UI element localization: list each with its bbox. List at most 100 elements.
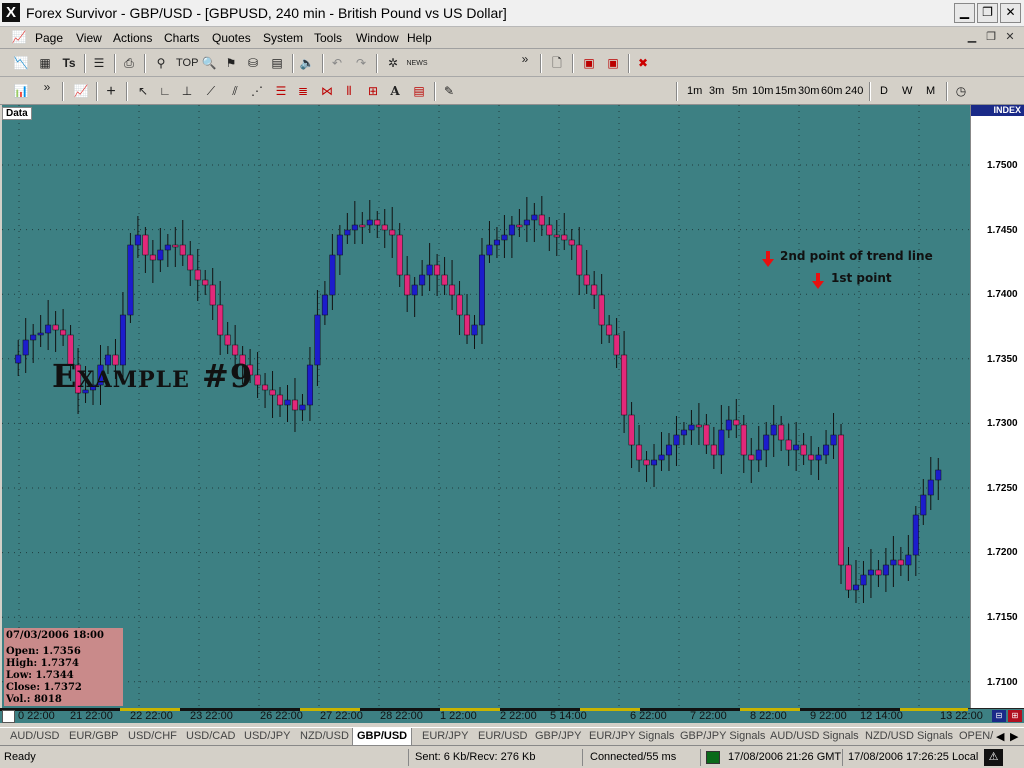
timeframe-3m[interactable]: 3m	[709, 85, 724, 97]
binoculars-icon[interactable]: ⚲	[152, 55, 170, 72]
tab-gbp-jpy-signals[interactable]: GBP/JPY Signals	[676, 730, 769, 742]
app-icon[interactable]: X	[2, 3, 20, 22]
timeframe-240[interactable]: 240	[845, 85, 863, 97]
fan-icon[interactable]: ⋰	[248, 83, 266, 100]
timeframe-1m[interactable]: 1m	[687, 85, 702, 97]
timeframe-15m[interactable]: 15m	[775, 85, 796, 97]
clock-icon[interactable]: ◷	[952, 83, 970, 100]
trend-line-icon[interactable]: ⟋	[202, 83, 220, 100]
layout-save-icon[interactable]: ▣	[604, 55, 622, 72]
new-page-icon[interactable]: 🗋	[548, 55, 566, 72]
search-icon[interactable]: 🔍	[200, 55, 218, 72]
news-button[interactable]: NEWS	[406, 55, 428, 72]
menu-actions[interactable]: Actions	[113, 31, 152, 45]
timeframe-5m[interactable]: 5m	[732, 85, 747, 97]
text-tool-icon[interactable]: A	[386, 83, 404, 100]
tab-usd-cad[interactable]: USD/CAD	[182, 730, 240, 742]
print-icon[interactable]: ⎙	[120, 55, 138, 72]
price-chart[interactable]	[2, 105, 970, 708]
time-sales-icon[interactable]: Ts	[60, 55, 78, 72]
tab-scroll-left-icon[interactable]: ◀	[996, 730, 1004, 743]
tab-eur-gbp[interactable]: EUR/GBP	[65, 730, 123, 742]
drawing-more-icon[interactable]: »	[38, 79, 56, 96]
menu-system[interactable]: System	[263, 31, 303, 45]
timeframe-60m[interactable]: 60m	[821, 85, 842, 97]
channel-icon[interactable]: ⫽	[226, 83, 244, 100]
undo-icon[interactable]: ↶	[328, 55, 346, 72]
timeframe-daily[interactable]: D	[880, 85, 888, 97]
fib-extension-icon[interactable]: ≣	[294, 83, 312, 100]
database-icon[interactable]: ⛁	[244, 55, 262, 72]
gann-icon[interactable]: ⋈	[318, 83, 336, 100]
time-axis[interactable]: 0 22:00 21 22:00 22 22:00 23 22:00 26 22…	[0, 708, 1024, 723]
crosshair-icon[interactable]: +	[102, 83, 120, 100]
tab-aud-usd[interactable]: AUD/USD	[6, 730, 64, 742]
tab-gbp-jpy[interactable]: GBP/JPY	[531, 730, 585, 742]
vertical-line-icon[interactable]: ⊥	[178, 83, 196, 100]
menu-tools[interactable]: Tools	[314, 31, 342, 45]
layout-icon[interactable]: ▣	[580, 55, 598, 72]
menu-page[interactable]: Page	[35, 31, 63, 45]
speaker-icon[interactable]: 🔈	[298, 55, 316, 72]
chart-menu-icon[interactable]: 📈	[10, 29, 28, 46]
tab-eur-jpy-signals[interactable]: EUR/JPY Signals	[585, 730, 678, 742]
minimize-button[interactable]: ▁	[954, 3, 975, 23]
toolbar-more-icon[interactable]: »	[516, 51, 534, 68]
tab-open[interactable]: OPEN/	[955, 730, 997, 742]
restore-button[interactable]: ❐	[977, 3, 998, 23]
timeframe-10m[interactable]: 10m	[752, 85, 773, 97]
tab-eur-jpy[interactable]: EUR/JPY	[418, 730, 472, 742]
tab-nzd-usd-signals[interactable]: NZD/USD Signals	[861, 730, 957, 742]
bull-candle	[321, 294, 328, 316]
alerts-icon[interactable]: ⚑	[222, 55, 240, 72]
flag-icon[interactable]: ▤	[268, 55, 286, 72]
timeframe-monthly[interactable]: M	[926, 85, 935, 97]
mdi-close-icon[interactable]: ✕	[1002, 30, 1018, 45]
menu-quotes[interactable]: Quotes	[212, 31, 251, 45]
redo-icon[interactable]: ↷	[352, 55, 370, 72]
tab-eur-usd[interactable]: EUR/USD	[474, 730, 532, 742]
bear-candle	[456, 294, 463, 316]
line-chart-icon[interactable]: 📉	[12, 55, 30, 72]
menu-charts[interactable]: Charts	[164, 31, 199, 45]
mdi-minimize-icon[interactable]: ▁	[964, 30, 980, 45]
pointer-icon[interactable]: ↖	[134, 83, 152, 100]
mdi-restore-icon[interactable]: ❐	[983, 30, 999, 45]
menu-view[interactable]: View	[76, 31, 102, 45]
fx-icon[interactable]: ✲	[384, 55, 402, 72]
zoom-in-icon[interactable]: ⊞	[1008, 710, 1022, 722]
zoom-out-icon[interactable]: ⊟	[992, 710, 1006, 722]
tab-aud-usd-signals[interactable]: AUD/USD Signals	[766, 730, 863, 742]
bar-chart-icon[interactable]: 📊	[12, 83, 30, 100]
timeframe-weekly[interactable]: W	[902, 85, 912, 97]
fibonacci-icon[interactable]: ☰	[272, 83, 290, 100]
horizontal-line-icon[interactable]: ∟	[156, 83, 174, 100]
tab-usd-jpy[interactable]: USD/JPY	[240, 730, 294, 742]
tab-scroll-right-icon[interactable]: ▶	[1010, 730, 1018, 743]
close-button[interactable]: ✕	[1000, 3, 1021, 23]
tab-nzd-usd[interactable]: NZD/USD	[296, 730, 353, 742]
indicator-icon[interactable]: 📈	[72, 83, 90, 100]
axis-corner-box[interactable]	[2, 710, 15, 723]
table-icon[interactable]: ☰	[90, 55, 108, 72]
bull-candle	[905, 554, 912, 566]
timeframe-30m[interactable]: 30m	[798, 85, 819, 97]
bull-candle	[157, 249, 164, 261]
time-zones-icon[interactable]: ⊞	[364, 83, 382, 100]
cycles-icon[interactable]: ⦀	[340, 83, 358, 100]
delete-icon[interactable]: ✖	[634, 55, 652, 72]
bear-candle	[179, 244, 186, 256]
pencil-icon[interactable]: ✎	[440, 83, 458, 100]
grid-icon[interactable]: ▦	[36, 55, 54, 72]
menu-help[interactable]: Help	[407, 31, 432, 45]
bull-candle	[793, 444, 800, 451]
data-tag[interactable]: Data	[2, 107, 32, 120]
menu-window[interactable]: Window	[356, 31, 399, 45]
tab-usd-chf[interactable]: USD/CHF	[124, 730, 181, 742]
price-axis[interactable]: INDEX 1.7500 1.7450 1.7400 1.7350 1.7300…	[970, 105, 1024, 708]
calendar-icon[interactable]: ▤	[410, 83, 428, 100]
tab-gbp-usd[interactable]: GBP/USD	[352, 728, 413, 746]
bull-candle	[673, 434, 680, 446]
alert-warning-icon[interactable]: ⚠	[984, 749, 1003, 766]
top-button[interactable]: TOP	[176, 55, 198, 72]
